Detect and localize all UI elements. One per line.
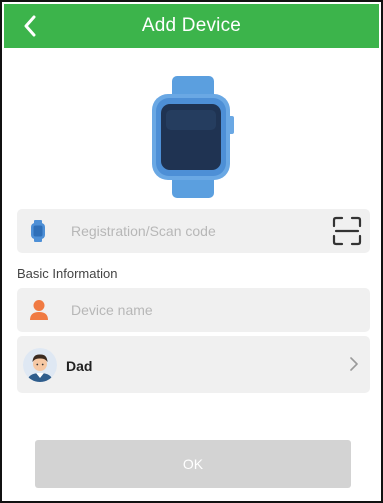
app-header: Add Device — [4, 4, 379, 48]
page-title: Add Device — [141, 15, 242, 36]
chevron-right-icon — [350, 357, 358, 371]
relation-name: Dad — [66, 358, 93, 374]
scan-frame-icon[interactable] — [332, 216, 362, 246]
relation-row[interactable]: Dad — [17, 336, 370, 393]
screen-frame: Add Device Basic Information — [0, 0, 383, 503]
ok-button[interactable]: OK — [35, 440, 351, 488]
watch-icon — [31, 220, 45, 242]
avatar-icon — [23, 348, 57, 382]
registration-row — [17, 209, 370, 253]
basic-info-heading: Basic Information — [17, 266, 118, 281]
registration-input[interactable] — [71, 209, 321, 253]
person-icon — [30, 300, 48, 320]
device-name-input[interactable] — [71, 288, 321, 332]
smartwatch-icon — [152, 76, 234, 198]
device-name-row — [17, 288, 370, 332]
